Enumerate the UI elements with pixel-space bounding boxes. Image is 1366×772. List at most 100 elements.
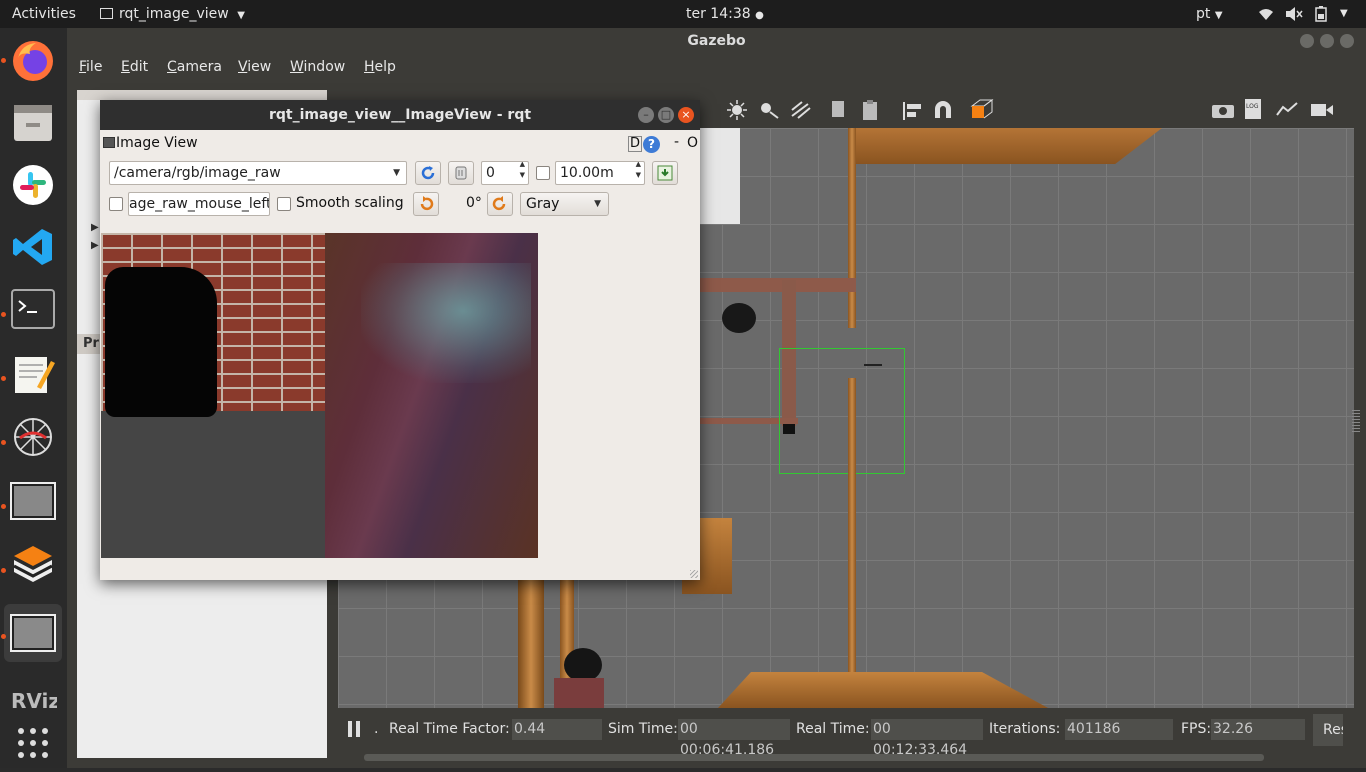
selected-robot-box[interactable] [779, 348, 905, 474]
running-indicator [1, 376, 6, 381]
video-record-icon[interactable] [1310, 101, 1334, 119]
horizontal-scrollbar[interactable] [364, 754, 1264, 761]
menu-window[interactable]: Window [290, 59, 345, 75]
rqt-window: rqt_image_view__ImageView - rqt – □ × Im… [100, 100, 700, 580]
copy-icon[interactable] [830, 99, 848, 121]
plot-icon[interactable] [1276, 101, 1298, 117]
rotation-label: 0° [466, 195, 482, 211]
brick-block [554, 678, 604, 708]
slack-icon[interactable] [4, 156, 62, 214]
language-label: pt [1196, 6, 1211, 22]
gazebo-menubar: File Edit Camera View Window Help [67, 54, 1366, 82]
clock[interactable]: ter 14:38 ● [686, 0, 764, 28]
activities-button[interactable]: Activities [12, 0, 76, 28]
rqt-window-icon[interactable] [4, 604, 62, 662]
save-image-button[interactable] [652, 161, 678, 185]
menu-help[interactable]: Help [364, 59, 396, 75]
close-icon[interactable] [1340, 34, 1354, 48]
rotate-left-icon [420, 196, 434, 211]
dark-object [105, 267, 217, 417]
wooden-table-bottom [718, 672, 1048, 708]
caret-down-icon: ▼ [237, 10, 245, 21]
spot-light-icon[interactable] [790, 100, 812, 120]
expand-arrow-icon[interactable]: ▶ [91, 222, 99, 233]
dock: RViz [0, 28, 67, 768]
window-edge-handle[interactable] [1352, 410, 1360, 434]
dynamic-range-checkbox[interactable] [536, 166, 550, 180]
terminal-icon[interactable] [4, 280, 62, 338]
trash-bin-object [722, 303, 756, 333]
notification-dot-icon: ● [755, 10, 764, 21]
real-time-label: Real Time: [796, 721, 870, 737]
close-icon[interactable]: × [678, 107, 694, 123]
menu-camera[interactable]: Camera [167, 59, 222, 75]
color-scheme-select[interactable]: Gray ▼ [520, 192, 609, 216]
wifi-icon[interactable] [1258, 0, 1276, 28]
duration-spinbox[interactable]: 10.00m ▲ ▼ [555, 161, 645, 185]
plugin-title: Image View [116, 135, 198, 151]
pause-icon[interactable] [348, 721, 362, 739]
rotate-left-button[interactable] [413, 192, 439, 216]
paste-icon[interactable] [860, 99, 882, 121]
mouse-topic-input[interactable]: age_raw_mouse_left [128, 192, 270, 216]
minimize-plugin-button[interactable]: - [674, 134, 679, 150]
battery-icon[interactable] [1315, 0, 1331, 28]
rqt-title: rqt_image_view__ImageView - rqt [100, 100, 700, 130]
camera-image[interactable] [101, 233, 538, 558]
menu-view[interactable]: View [238, 59, 271, 75]
step-dot: . [374, 721, 379, 737]
vscode-icon[interactable] [4, 218, 62, 276]
save-image-icon [657, 165, 673, 181]
minimize-icon[interactable] [1300, 34, 1314, 48]
maximize-icon[interactable]: □ [658, 107, 674, 123]
zoom-1-button[interactable] [448, 161, 474, 185]
rqt-graph-icon[interactable] [4, 408, 62, 466]
expand-arrow-icon[interactable]: ▶ [91, 240, 99, 251]
log-icon[interactable]: LOG [1244, 98, 1262, 120]
running-indicator [1, 634, 6, 639]
smooth-scaling-checkbox[interactable] [277, 197, 291, 211]
text-editor-icon[interactable] [4, 344, 62, 402]
point-light-icon[interactable] [758, 100, 780, 120]
volume-muted-icon[interactable] [1285, 0, 1305, 28]
app-menu[interactable]: rqt_image_view ▼ [100, 0, 245, 28]
align-icon[interactable] [902, 100, 924, 120]
language-indicator[interactable]: pt ▼ [1196, 0, 1223, 28]
generic-window-icon[interactable] [4, 472, 62, 530]
rotate-right-button[interactable] [487, 192, 513, 216]
spinbox-value[interactable]: 0 ▲ ▼ [481, 161, 529, 185]
iterations-label: Iterations: [989, 721, 1061, 737]
reset-time-button[interactable]: Res [1313, 714, 1343, 746]
rotate-right-icon [492, 196, 506, 211]
refresh-button[interactable] [415, 161, 441, 185]
gazebo-icon[interactable] [4, 536, 62, 594]
dock-button[interactable]: D [628, 136, 642, 152]
screenshot-camera-icon[interactable] [1211, 101, 1235, 119]
wooden-table-top [850, 128, 1162, 164]
rtf-label: Real Time Factor: [389, 721, 510, 737]
top-bar: Activities rqt_image_view ▼ ter 14:38 ● … [0, 0, 1366, 28]
resize-grip-icon[interactable] [690, 570, 698, 578]
view-angle-icon[interactable] [968, 98, 994, 122]
close-plugin-button[interactable]: O [687, 135, 698, 151]
maximize-icon[interactable] [1320, 34, 1334, 48]
minimize-icon[interactable]: – [638, 107, 654, 123]
show-apps-icon[interactable] [4, 714, 62, 772]
running-indicator [1, 504, 6, 509]
app-menu-label: rqt_image_view [119, 6, 229, 22]
caret-down-icon: ▼ [594, 199, 601, 209]
real-time-value: 00 00:12:33.464 [871, 719, 983, 758]
system-menu-caret-icon[interactable]: ▼ [1340, 0, 1348, 28]
files-icon[interactable] [4, 94, 62, 152]
topic-select-value: /camera/rgb/image_raw [114, 165, 281, 181]
menu-edit[interactable]: Edit [121, 59, 148, 75]
topic-select[interactable]: /camera/rgb/image_raw ▼ [109, 161, 407, 185]
sim-time-value: 00 00:06:41.186 [678, 719, 790, 758]
help-icon[interactable]: ? [643, 136, 660, 153]
menu-file[interactable]: File [79, 59, 102, 75]
snap-magnet-icon[interactable] [932, 100, 954, 120]
publish-mouse-checkbox[interactable] [109, 197, 123, 211]
firefox-icon[interactable] [4, 32, 62, 90]
panel-tabs[interactable] [77, 90, 327, 100]
sun-light-icon[interactable] [727, 100, 747, 120]
